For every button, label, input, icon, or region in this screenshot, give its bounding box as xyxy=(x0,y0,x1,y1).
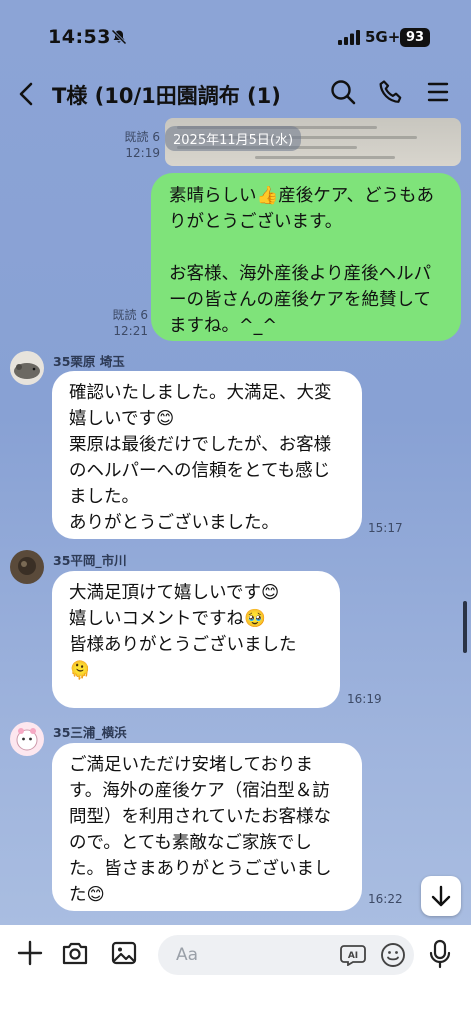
date-overlay: 2025年11月5日(水) xyxy=(165,126,302,151)
bell-off-icon xyxy=(111,29,127,45)
read-label: 既読 6 xyxy=(112,308,148,322)
signal-icon xyxy=(338,30,360,45)
battery-indicator: 93 xyxy=(400,28,430,47)
back-icon[interactable] xyxy=(14,80,40,108)
status-bar: 14:53 5G+ 93 xyxy=(0,0,471,70)
ai-icon[interactable]: AI xyxy=(340,944,366,966)
photo-avatar-icon xyxy=(10,550,44,584)
received-message-bubble[interactable]: 大満足頂けて嬉しいです😊 嬉しいコメントですね🥹 皆様ありがとうございました 🫠 xyxy=(52,571,340,708)
sender-name: 35栗原 埼玉 xyxy=(53,354,125,369)
plus-icon[interactable] xyxy=(16,939,44,967)
received-message-bubble[interactable]: 確認いたしました。大満足、大変嬉しいです😊 栗原は最後だけでしたが、お客様のヘル… xyxy=(52,371,362,539)
menu-icon[interactable] xyxy=(426,80,450,104)
arrow-down-icon xyxy=(431,885,451,907)
chat-header: T様 (10/1田園調布 (1) xyxy=(0,70,471,120)
search-icon[interactable] xyxy=(329,78,357,106)
image-icon[interactable] xyxy=(110,939,138,967)
animal-avatar-icon xyxy=(10,351,44,385)
avatar[interactable] xyxy=(10,550,44,584)
read-receipt: 既読 6 12:21 xyxy=(106,307,148,339)
camera-icon[interactable] xyxy=(61,939,89,967)
avatar[interactable] xyxy=(10,351,44,385)
scroll-to-bottom-button[interactable] xyxy=(421,876,461,916)
message-time: 16:22 xyxy=(368,892,403,906)
message-time: 15:17 xyxy=(368,521,403,535)
sent-message-bubble[interactable]: 素晴らしい👍産後ケア、どうもありがとうございます。 お客様、海外産後より産後ヘル… xyxy=(151,173,461,341)
microphone-icon[interactable] xyxy=(428,939,452,969)
svg-text:AI: AI xyxy=(348,951,358,961)
scrollbar-handle[interactable] xyxy=(463,601,467,653)
message-time: 12:21 xyxy=(113,324,148,338)
call-icon[interactable] xyxy=(377,78,405,106)
sender-name: 35平岡_市川 xyxy=(53,553,127,568)
avatar[interactable] xyxy=(10,722,44,756)
received-message-bubble[interactable]: ご満足いただけ安堵しております。海外の産後ケア（宿泊型＆訪問型）を利用されていた… xyxy=(52,743,362,911)
chat-title[interactable]: T様 (10/1田園調布 (1) xyxy=(52,80,281,110)
read-receipt: 既読 6 12:19 xyxy=(118,129,160,161)
message-input[interactable] xyxy=(158,935,414,975)
image-text-line xyxy=(255,156,395,159)
emoji-icon[interactable] xyxy=(380,942,406,968)
status-time: 14:53 xyxy=(48,26,111,48)
message-time: 16:19 xyxy=(347,692,382,706)
sender-name: 35三浦_横浜 xyxy=(53,725,127,740)
character-avatar-icon xyxy=(10,722,44,756)
message-time: 12:19 xyxy=(125,146,160,160)
network-label: 5G+ xyxy=(365,28,401,46)
read-label: 既読 6 xyxy=(124,130,160,144)
message-input-bar: AI xyxy=(0,925,471,1024)
